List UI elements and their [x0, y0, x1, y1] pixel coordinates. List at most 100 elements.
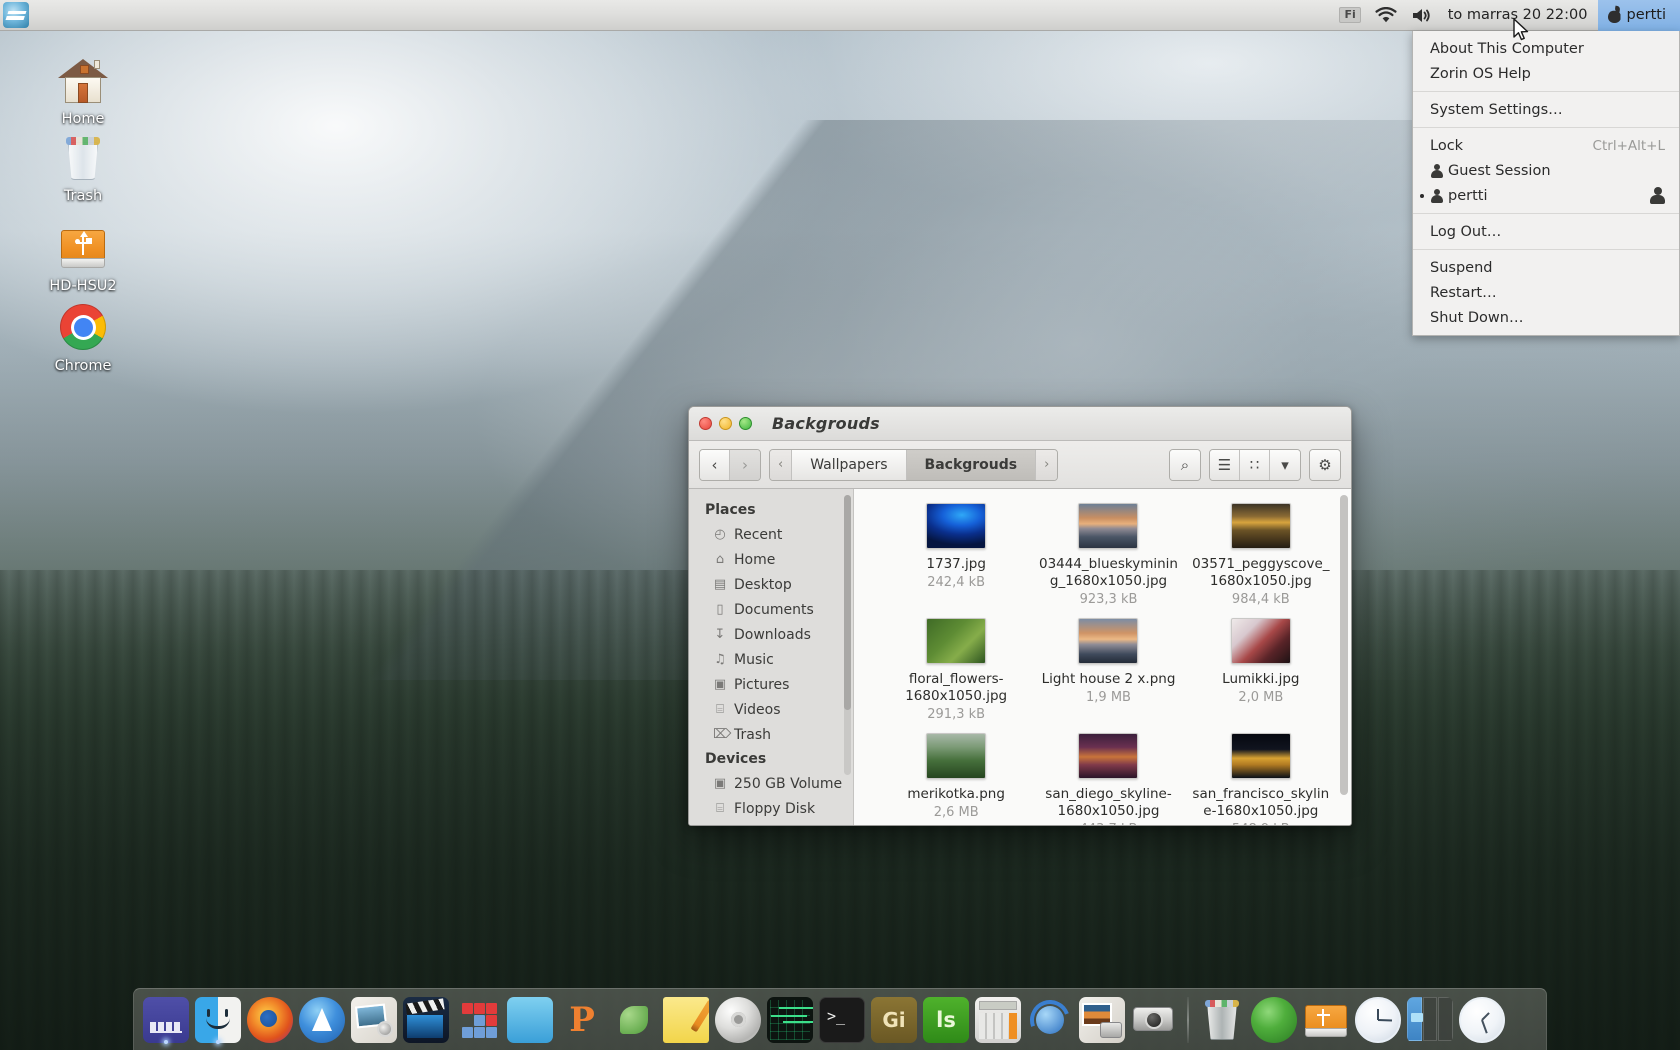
desktop-icon-hd-hsu2[interactable]: HD-HSU2 — [27, 222, 139, 294]
sidebar-item-downloads[interactable]: ↧ Downloads — [689, 622, 853, 647]
dock[interactable] — [133, 988, 1547, 1050]
desktop-icon-home[interactable]: Home — [27, 55, 139, 127]
file-grid-view[interactable]: 1737.jpg 242,4 kB 03444_blueskymining_16… — [854, 489, 1351, 825]
dock-item-imovie[interactable] — [401, 995, 451, 1045]
file-item[interactable]: 03571_peggyscove_1680x1050.jpg 984,4 kB — [1185, 501, 1337, 610]
dock-item-draw[interactable] — [609, 995, 659, 1045]
dock-item-camera[interactable] — [1129, 995, 1179, 1045]
sidebar-item-trash[interactable]: ⌦ Trash — [689, 722, 853, 747]
sidebar-item-desktop[interactable]: ▤ Desktop — [689, 572, 853, 597]
dock-item-writer[interactable] — [505, 995, 555, 1045]
minimize-button[interactable] — [719, 417, 732, 430]
sidebar-item-hd-hsu2[interactable]: ▣ HD-HSU2 ⏏ — [689, 821, 853, 825]
menu-item-suspend[interactable]: Suspend — [1413, 255, 1679, 280]
places-sidebar[interactable]: Places ◴ Recent ⌂ Home ▤ Desktop ▯ Docum… — [689, 489, 854, 825]
list-view-icon[interactable]: ☰ — [1210, 450, 1240, 480]
file-item[interactable]: Lumikki.jpg 2,0 MB — [1185, 616, 1337, 725]
breadcrumb[interactable]: ‹ Wallpapers Backgrouds › — [769, 449, 1058, 481]
search-button-group[interactable]: ⌕ — [1169, 449, 1201, 481]
settings-gear-icon[interactable]: ⚙ — [1310, 450, 1340, 480]
menu-item-guest-session[interactable]: Guest Session — [1413, 158, 1679, 183]
breadcrumb-item-wallpapers[interactable]: Wallpapers — [792, 450, 906, 480]
zorin-logo-icon[interactable] — [3, 2, 29, 28]
menu-item-log-out[interactable]: Log Out… — [1413, 219, 1679, 244]
dock-item-sync-globe[interactable] — [1025, 995, 1075, 1045]
breadcrumb-next-icon[interactable]: › — [1036, 450, 1057, 480]
menu-item-zorin-os-help[interactable]: Zorin OS Help — [1413, 61, 1679, 86]
desktop-icon-chrome[interactable]: Chrome — [27, 302, 139, 374]
sidebar-item-home[interactable]: ⌂ Home — [689, 547, 853, 572]
file-item[interactable]: merikotka.png 2,6 MB — [880, 731, 1032, 825]
menu-item-pertti[interactable]: pertti — [1413, 183, 1679, 208]
maximize-button[interactable] — [739, 417, 752, 430]
breadcrumb-prev-icon[interactable]: ‹ — [770, 450, 792, 480]
wifi-icon[interactable] — [1368, 0, 1404, 31]
user-menu-button[interactable]: pertti — [1598, 0, 1680, 31]
dock-item-calculator[interactable] — [973, 995, 1023, 1045]
menu-item-system-settings[interactable]: System Settings… — [1413, 97, 1679, 122]
breadcrumb-item-backgrouds[interactable]: Backgrouds — [907, 450, 1037, 480]
top-menu-bar[interactable]: Fi to marras 20 22:00 pertti — [0, 0, 1680, 31]
back-button[interactable]: ‹ — [700, 450, 730, 480]
nav-button-group[interactable]: ‹ › — [699, 449, 761, 481]
dock-item-gimp[interactable] — [869, 995, 919, 1045]
dock-item-iphoto[interactable] — [349, 995, 399, 1045]
volume-icon[interactable] — [1404, 0, 1438, 31]
desktop[interactable]: Home Trash HD-HSU2 Chrome Backgrouds — [0, 0, 1680, 1050]
settings-button-group[interactable]: ⚙ — [1309, 449, 1341, 481]
dock-item-window-list[interactable] — [1405, 995, 1455, 1045]
view-options-icon[interactable]: ▾ — [1270, 450, 1300, 480]
file-item[interactable]: floral_flowers-1680x1050.jpg 291,3 kB — [880, 616, 1032, 725]
sidebar-item-250gb-volume[interactable]: ▣ 250 GB Volume — [689, 771, 853, 796]
clock[interactable]: to marras 20 22:00 — [1438, 7, 1598, 23]
dock-item-impress[interactable] — [557, 995, 607, 1045]
sidebar-item-pictures[interactable]: ▣ Pictures — [689, 672, 853, 697]
file-item[interactable]: Light house 2 x.png 1,9 MB — [1032, 616, 1184, 725]
dock-item-trash[interactable] — [1197, 995, 1247, 1045]
desktop-icon-label: Home — [27, 111, 139, 127]
file-item[interactable]: san_francisco_skyline-1680x1050.jpg 548,… — [1185, 731, 1337, 825]
dock-item-photos[interactable] — [1077, 995, 1127, 1045]
sidebar-item-floppy-disk[interactable]: ⌸ Floppy Disk — [689, 796, 853, 821]
sidebar-scrollbar[interactable] — [844, 495, 851, 775]
trash-icon — [27, 132, 139, 184]
system-dropdown-menu[interactable]: About This Computer Zorin OS Help System… — [1412, 31, 1680, 336]
file-item[interactable]: san_diego_skyline-1680x1050.jpg 443,7 kB — [1032, 731, 1184, 825]
sidebar-item-recent[interactable]: ◴ Recent — [689, 522, 853, 547]
sidebar-item-music[interactable]: ♫ Music — [689, 647, 853, 672]
dock-item-firefox[interactable] — [245, 995, 295, 1045]
dock-item-system-monitor[interactable] — [765, 995, 815, 1045]
file-list-scrollbar[interactable] — [1340, 495, 1348, 819]
grid-view-icon[interactable]: ∷ — [1240, 450, 1270, 480]
dock-item-app-store[interactable] — [297, 995, 347, 1045]
sidebar-item-videos[interactable]: ⌸ Videos — [689, 697, 853, 722]
file-item[interactable]: 1737.jpg 242,4 kB — [880, 501, 1032, 610]
dock-item-clock[interactable] — [1353, 995, 1403, 1045]
file-manager-window[interactable]: Backgrouds ‹ › ‹ Wallpapers Backgrouds ›… — [688, 406, 1352, 826]
search-icon[interactable]: ⌕ — [1170, 450, 1200, 480]
dock-item-world-clock[interactable] — [1457, 995, 1507, 1045]
menu-item-about-this-computer[interactable]: About This Computer — [1413, 36, 1679, 61]
close-button[interactable] — [699, 417, 712, 430]
window-titlebar[interactable]: Backgrouds — [689, 407, 1351, 441]
dock-item-ls[interactable] — [921, 995, 971, 1045]
dock-item-tetris[interactable] — [453, 995, 503, 1045]
keyboard-layout-indicator[interactable]: Fi — [1332, 0, 1367, 31]
menu-item-shut-down[interactable]: Shut Down… — [1413, 305, 1679, 330]
dock-item-finder[interactable] — [193, 995, 243, 1045]
dock-item-terminal[interactable] — [817, 995, 867, 1045]
dock-item-usb-drive[interactable] — [1301, 995, 1351, 1045]
dock-item-notes[interactable] — [661, 995, 711, 1045]
view-mode-group[interactable]: ☰ ∷ ▾ — [1209, 449, 1301, 481]
forward-button[interactable]: › — [730, 450, 760, 480]
desktop-icon-trash[interactable]: Trash — [27, 132, 139, 204]
sidebar-item-documents[interactable]: ▯ Documents — [689, 597, 853, 622]
window-toolbar[interactable]: ‹ › ‹ Wallpapers Backgrouds › ⌕ ☰ ∷ ▾ ⚙ — [689, 441, 1351, 489]
dock-item-disc-burner[interactable] — [713, 995, 763, 1045]
menu-item-lock[interactable]: Lock Ctrl+Alt+L — [1413, 133, 1679, 158]
menu-item-restart[interactable]: Restart… — [1413, 280, 1679, 305]
dock-item-launchpad[interactable] — [141, 995, 191, 1045]
sidebar-item-label: Trash — [734, 727, 853, 743]
file-item[interactable]: 03444_blueskymining_1680x1050.jpg 923,3 … — [1032, 501, 1184, 610]
dock-item-green-orb[interactable] — [1249, 995, 1299, 1045]
